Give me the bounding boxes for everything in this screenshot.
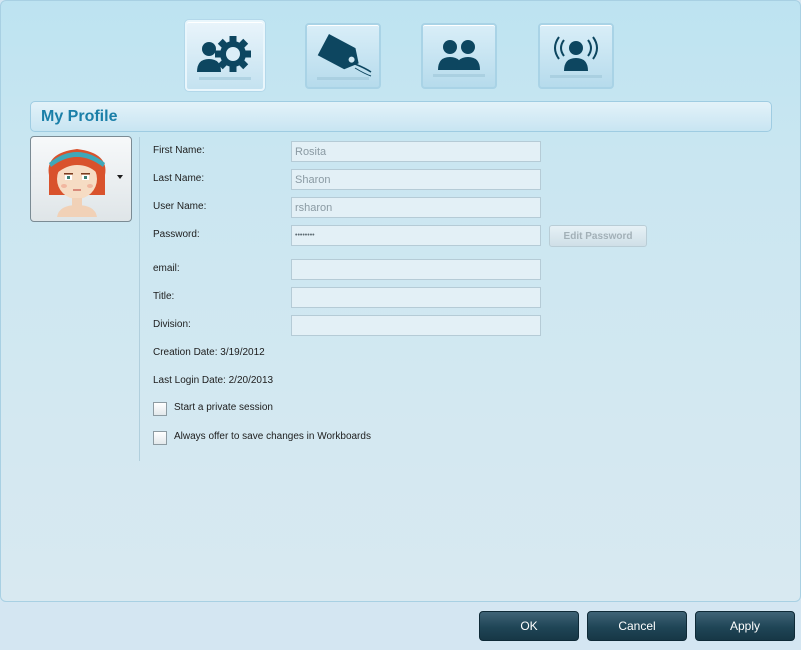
cancel-button[interactable]: Cancel bbox=[587, 611, 687, 641]
ok-button[interactable]: OK bbox=[479, 611, 579, 641]
first-name-field[interactable] bbox=[291, 141, 541, 162]
last-name-label: Last Name: bbox=[153, 173, 205, 184]
first-name-label: First Name: bbox=[153, 145, 205, 156]
creation-date-text: Creation Date: 3/19/2012 bbox=[153, 347, 265, 358]
password-field[interactable] bbox=[291, 225, 541, 246]
private-session-checkbox[interactable] bbox=[153, 402, 167, 416]
private-session-label: Start a private session bbox=[174, 402, 273, 413]
user-gear-icon bbox=[197, 35, 251, 80]
last-name-field[interactable] bbox=[291, 169, 541, 190]
edit-password-button[interactable]: Edit Password bbox=[549, 225, 647, 247]
avatar-icon bbox=[48, 149, 106, 217]
profile-dialog-panel: My Profile First Name: Rosita Last Name:… bbox=[0, 0, 801, 602]
apply-button[interactable]: Apply bbox=[695, 611, 795, 641]
last-login-date-text: Last Login Date: 2/20/2013 bbox=[153, 375, 274, 386]
offer-save-label: Always offer to save changes in Workboar… bbox=[174, 431, 371, 442]
offer-save-checkbox[interactable] bbox=[153, 431, 167, 445]
division-label: Division: bbox=[153, 319, 191, 330]
chevron-down-icon bbox=[117, 175, 123, 179]
email-field[interactable] bbox=[291, 259, 541, 280]
tags-tab-button[interactable] bbox=[305, 23, 381, 89]
vertical-divider bbox=[139, 137, 140, 461]
user-name-label: User Name: bbox=[153, 201, 207, 212]
avatar-picker-button[interactable] bbox=[30, 136, 132, 222]
title-field[interactable] bbox=[291, 287, 541, 308]
broadcast-user-icon bbox=[550, 36, 602, 78]
broadcast-tab-button[interactable] bbox=[538, 23, 614, 89]
section-title: My Profile bbox=[30, 101, 772, 132]
user-name-field[interactable] bbox=[291, 197, 541, 218]
email-label: email: bbox=[153, 263, 180, 274]
users-group-icon bbox=[433, 40, 485, 77]
tags-icon bbox=[317, 34, 372, 80]
title-label: Title: bbox=[153, 291, 175, 302]
settings-tab-button[interactable] bbox=[185, 20, 265, 91]
division-field[interactable] bbox=[291, 315, 541, 336]
password-label: Password: bbox=[153, 229, 200, 240]
users-tab-button[interactable] bbox=[421, 23, 497, 89]
